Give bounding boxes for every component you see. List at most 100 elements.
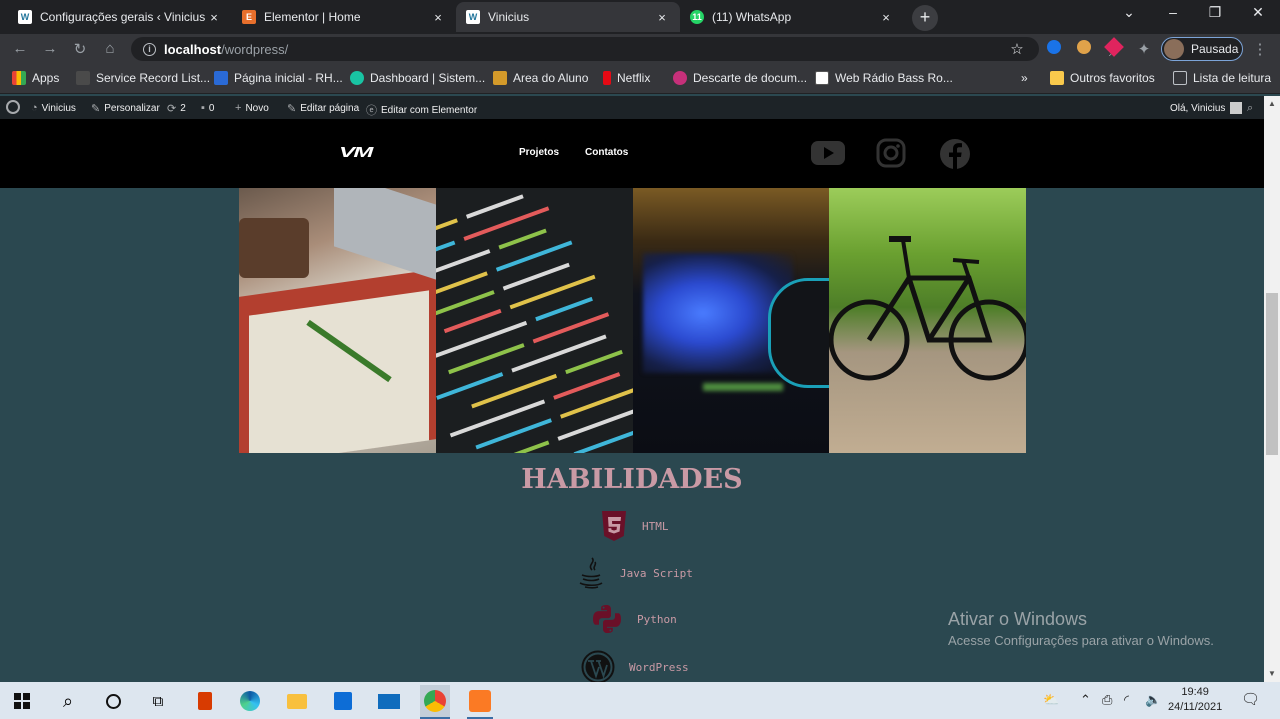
watermark-title: Ativar o Windows (948, 609, 1088, 629)
back-icon[interactable]: ← (10, 40, 30, 57)
clock-date: 24/11/2021 (1168, 701, 1223, 713)
bookmark-item[interactable]: Service Record List... (76, 71, 210, 85)
wp-customize[interactable]: ✎ Personalizar (91, 102, 160, 115)
wp-new[interactable]: + Novo (235, 102, 269, 114)
weather-icon[interactable]: ⛅ (1043, 692, 1059, 708)
restore-button[interactable]: ❐ (1200, 4, 1230, 21)
close-tab-icon[interactable]: × (430, 10, 446, 25)
file-explorer-icon[interactable] (284, 688, 310, 714)
store-icon[interactable] (330, 688, 356, 714)
facebook-icon[interactable] (939, 138, 971, 170)
forward-icon[interactable]: → (40, 40, 60, 57)
task-view-icon[interactable]: ⧉ (145, 688, 171, 714)
wp-admin-bar: ◔ Vinicius ✎ Personalizar ⟳ 2 ▪ 0 + Novo ✎ Edi… (0, 96, 1264, 119)
extension-icon[interactable] (1044, 40, 1064, 58)
minimize-button[interactable]: – (1158, 4, 1188, 20)
tab-search-icon[interactable]: ⌄ (1114, 4, 1144, 21)
bookmark-apps[interactable]: Apps (12, 71, 59, 85)
bookmark-item[interactable]: Area do Aluno (493, 71, 588, 85)
taskbar-clock[interactable]: 19:49 24/11/2021 (1168, 685, 1222, 715)
meet-now-icon[interactable]: ⎙ (1102, 692, 1112, 708)
scroll-up-icon[interactable]: ▲ (1264, 99, 1280, 108)
notifications-icon[interactable]: 🗨 (1241, 690, 1260, 708)
new-tab-button[interactable]: + (912, 5, 938, 31)
dashboard-icon (350, 71, 364, 85)
radio-icon (815, 71, 829, 85)
mail-icon[interactable] (376, 688, 402, 714)
youtube-icon[interactable] (810, 138, 846, 168)
search-icon[interactable]: ⌕ (55, 688, 81, 714)
site-header: VM Projetos Contatos (0, 119, 1264, 188)
cortana-icon[interactable] (100, 688, 126, 714)
brush-icon: ✎ (91, 103, 101, 115)
close-tab-icon[interactable]: × (654, 10, 670, 25)
gaming-headset-image (633, 188, 830, 453)
chrome-icon[interactable] (420, 685, 450, 717)
project-gallery (239, 188, 1026, 453)
reload-icon[interactable]: ↻ (70, 40, 90, 58)
avatar (1164, 39, 1184, 59)
extension-icon[interactable] (1104, 37, 1124, 58)
wp-site-name[interactable]: ◔ Vinicius (31, 102, 76, 114)
sap-icon (214, 71, 228, 85)
show-hidden-icons[interactable]: ⌃ (1080, 692, 1091, 708)
wp-edit-elementor[interactable]: ⓔ Editar com Elementor (366, 102, 477, 118)
notebook-desk-image (239, 188, 436, 453)
elementor-icon: ⓔ (366, 105, 377, 117)
wp-updates[interactable]: ⟳ 2 (167, 102, 186, 115)
bookmark-favicon-icon (76, 71, 90, 85)
tab-configuracoes[interactable]: W Configurações gerais ‹ Vinicius — × (8, 2, 232, 32)
profile-button[interactable]: Pausada (1161, 37, 1243, 61)
wp-edit-page[interactable]: ✎ Editar página (287, 102, 359, 115)
wp-comments[interactable]: ▪ 0 (201, 102, 214, 114)
student-icon (493, 71, 507, 85)
close-tab-icon[interactable]: × (878, 10, 894, 25)
bookmark-item[interactable]: Web Rádio Bass Ro... (815, 71, 953, 85)
tab-vinicius[interactable]: W Vinicius × (456, 2, 680, 32)
skill-item: Python (591, 603, 677, 635)
address-bar[interactable]: i localhost/wordpress/ ⌕ (131, 37, 1116, 61)
wordpress-icon (581, 650, 615, 684)
other-bookmarks[interactable]: Outros favoritos (1050, 71, 1155, 85)
bookmark-star-icon[interactable]: ☆ (1007, 40, 1027, 58)
scroll-down-icon[interactable]: ▼ (1264, 669, 1280, 678)
nav-contatos[interactable]: Contatos (585, 147, 628, 158)
windows-activation-watermark: Ativar o Windows Acesse Configurações pa… (948, 609, 1214, 648)
skill-label: Java Script (620, 566, 693, 580)
edge-icon[interactable] (237, 688, 263, 714)
updates-icon: ⟳ (167, 103, 177, 115)
nav-projetos[interactable]: Projetos (519, 147, 559, 158)
close-tab-icon[interactable]: × (206, 10, 222, 25)
home-icon[interactable]: ⌂ (100, 40, 120, 57)
close-window-button[interactable]: ✕ (1243, 4, 1273, 21)
bookmark-item[interactable]: Descarte de docum... (673, 71, 807, 85)
tab-whatsapp[interactable]: 11 (11) WhatsApp × (680, 2, 904, 32)
bookmark-item[interactable]: Página inicial - RH... (214, 71, 343, 85)
watermark-subtitle: Acesse Configurações para ativar o Windo… (948, 633, 1214, 648)
bookmark-item[interactable]: Netflix (603, 71, 650, 85)
instagram-icon[interactable] (876, 138, 906, 168)
scrollbar-thumb[interactable] (1266, 293, 1278, 455)
wordpress-logo-icon[interactable] (6, 100, 20, 114)
netflix-icon (603, 71, 611, 85)
extension-icon[interactable] (1074, 40, 1094, 58)
extensions-puzzle-icon[interactable]: ✦ (1134, 40, 1154, 58)
volume-muted-icon[interactable]: 🔈 (1145, 692, 1161, 708)
search-icon[interactable]: ⌕ (1247, 102, 1257, 115)
start-button[interactable] (9, 688, 35, 714)
menu-icon[interactable]: ⋮ (1250, 40, 1270, 58)
office-icon[interactable] (192, 688, 218, 714)
wp-account[interactable]: Olá, Vinicius (1170, 102, 1243, 114)
site-info-icon[interactable]: i (143, 42, 156, 56)
clock-time: 19:49 (1181, 686, 1209, 698)
site-logo[interactable]: VM (339, 144, 373, 161)
skill-label: Python (637, 612, 677, 626)
reading-list[interactable]: Lista de leitura (1173, 71, 1271, 85)
bookmarks-overflow-icon[interactable]: » (1021, 71, 1028, 85)
wordpress-icon: W (18, 10, 32, 24)
xampp-icon[interactable] (467, 688, 493, 714)
bookmark-item[interactable]: Dashboard | Sistem... (350, 71, 485, 85)
tab-elementor[interactable]: E Elementor | Home × (232, 2, 456, 32)
comment-icon: ▪ (201, 102, 205, 114)
network-icon[interactable]: ◜ (1124, 692, 1129, 708)
